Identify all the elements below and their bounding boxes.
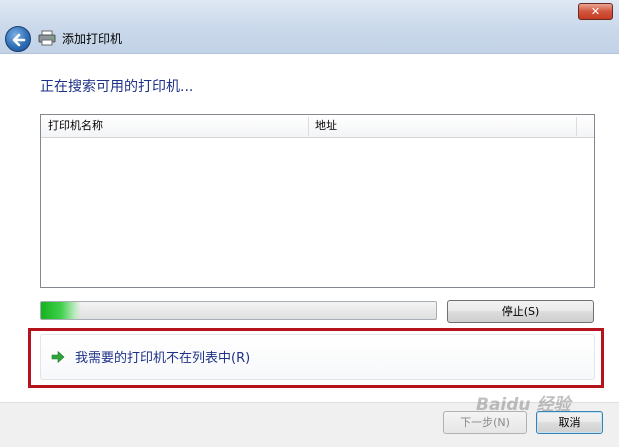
close-button[interactable]: ✕ — [578, 3, 613, 20]
column-header-address[interactable]: 地址 — [315, 115, 337, 137]
cancel-button[interactable]: 取消 — [536, 411, 603, 434]
column-divider — [308, 117, 309, 136]
column-header-printer-name[interactable]: 打印机名称 — [48, 115, 103, 137]
page-heading: 正在搜索可用的打印机... — [40, 79, 194, 95]
progress-fill — [41, 302, 81, 319]
back-button[interactable] — [5, 26, 31, 52]
stop-button[interactable]: 停止(S) — [447, 300, 594, 323]
list-header: 打印机名称 地址 — [41, 115, 594, 138]
printer-icon — [38, 30, 56, 46]
column-divider — [576, 117, 577, 136]
next-button: 下一步(N) — [443, 411, 527, 434]
back-arrow-icon — [12, 33, 26, 47]
search-progress-bar — [40, 301, 437, 320]
printer-list[interactable]: 打印机名称 地址 — [40, 114, 595, 288]
title-bar: ✕ 添加打印机 — [0, 0, 619, 54]
window-title: 添加打印机 — [62, 32, 123, 46]
annotation-highlight-box — [28, 328, 604, 388]
